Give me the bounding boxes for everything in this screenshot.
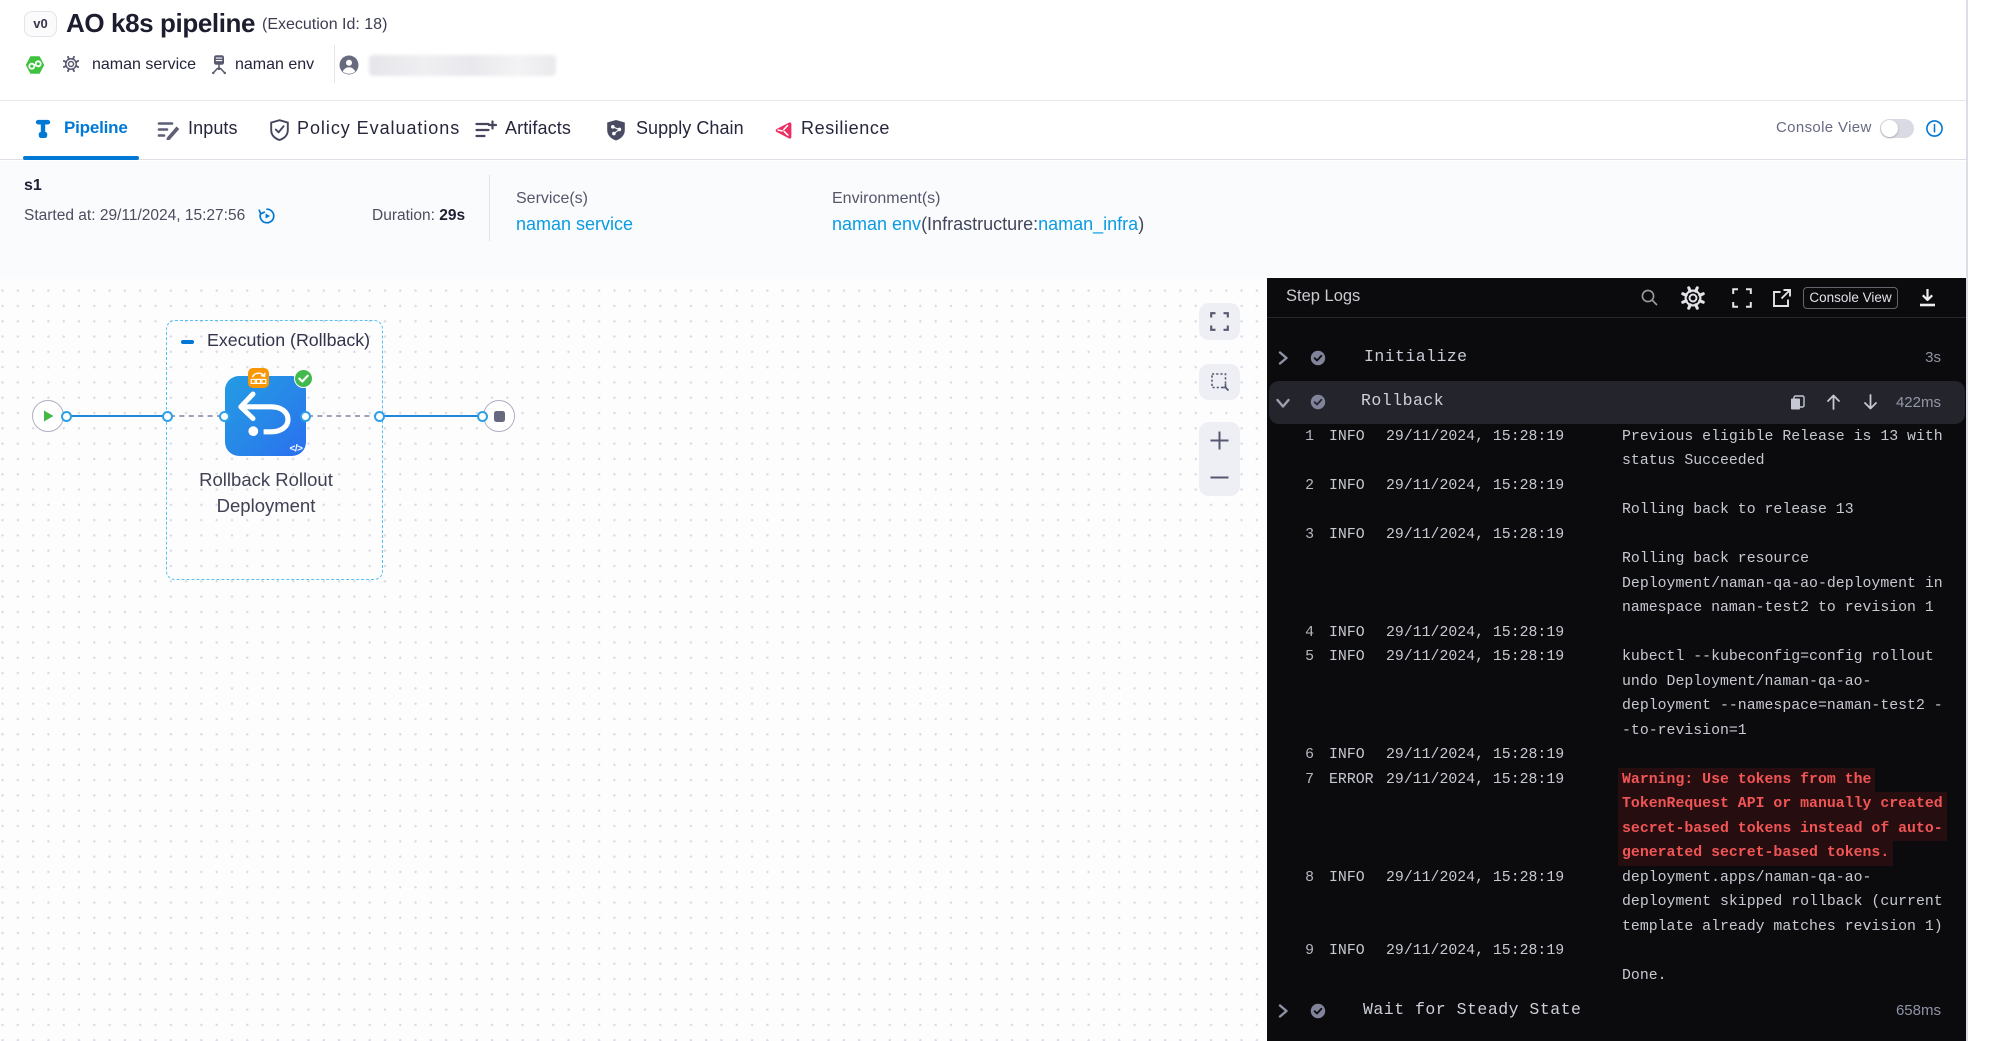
svg-text:</>: </> — [290, 444, 304, 455]
